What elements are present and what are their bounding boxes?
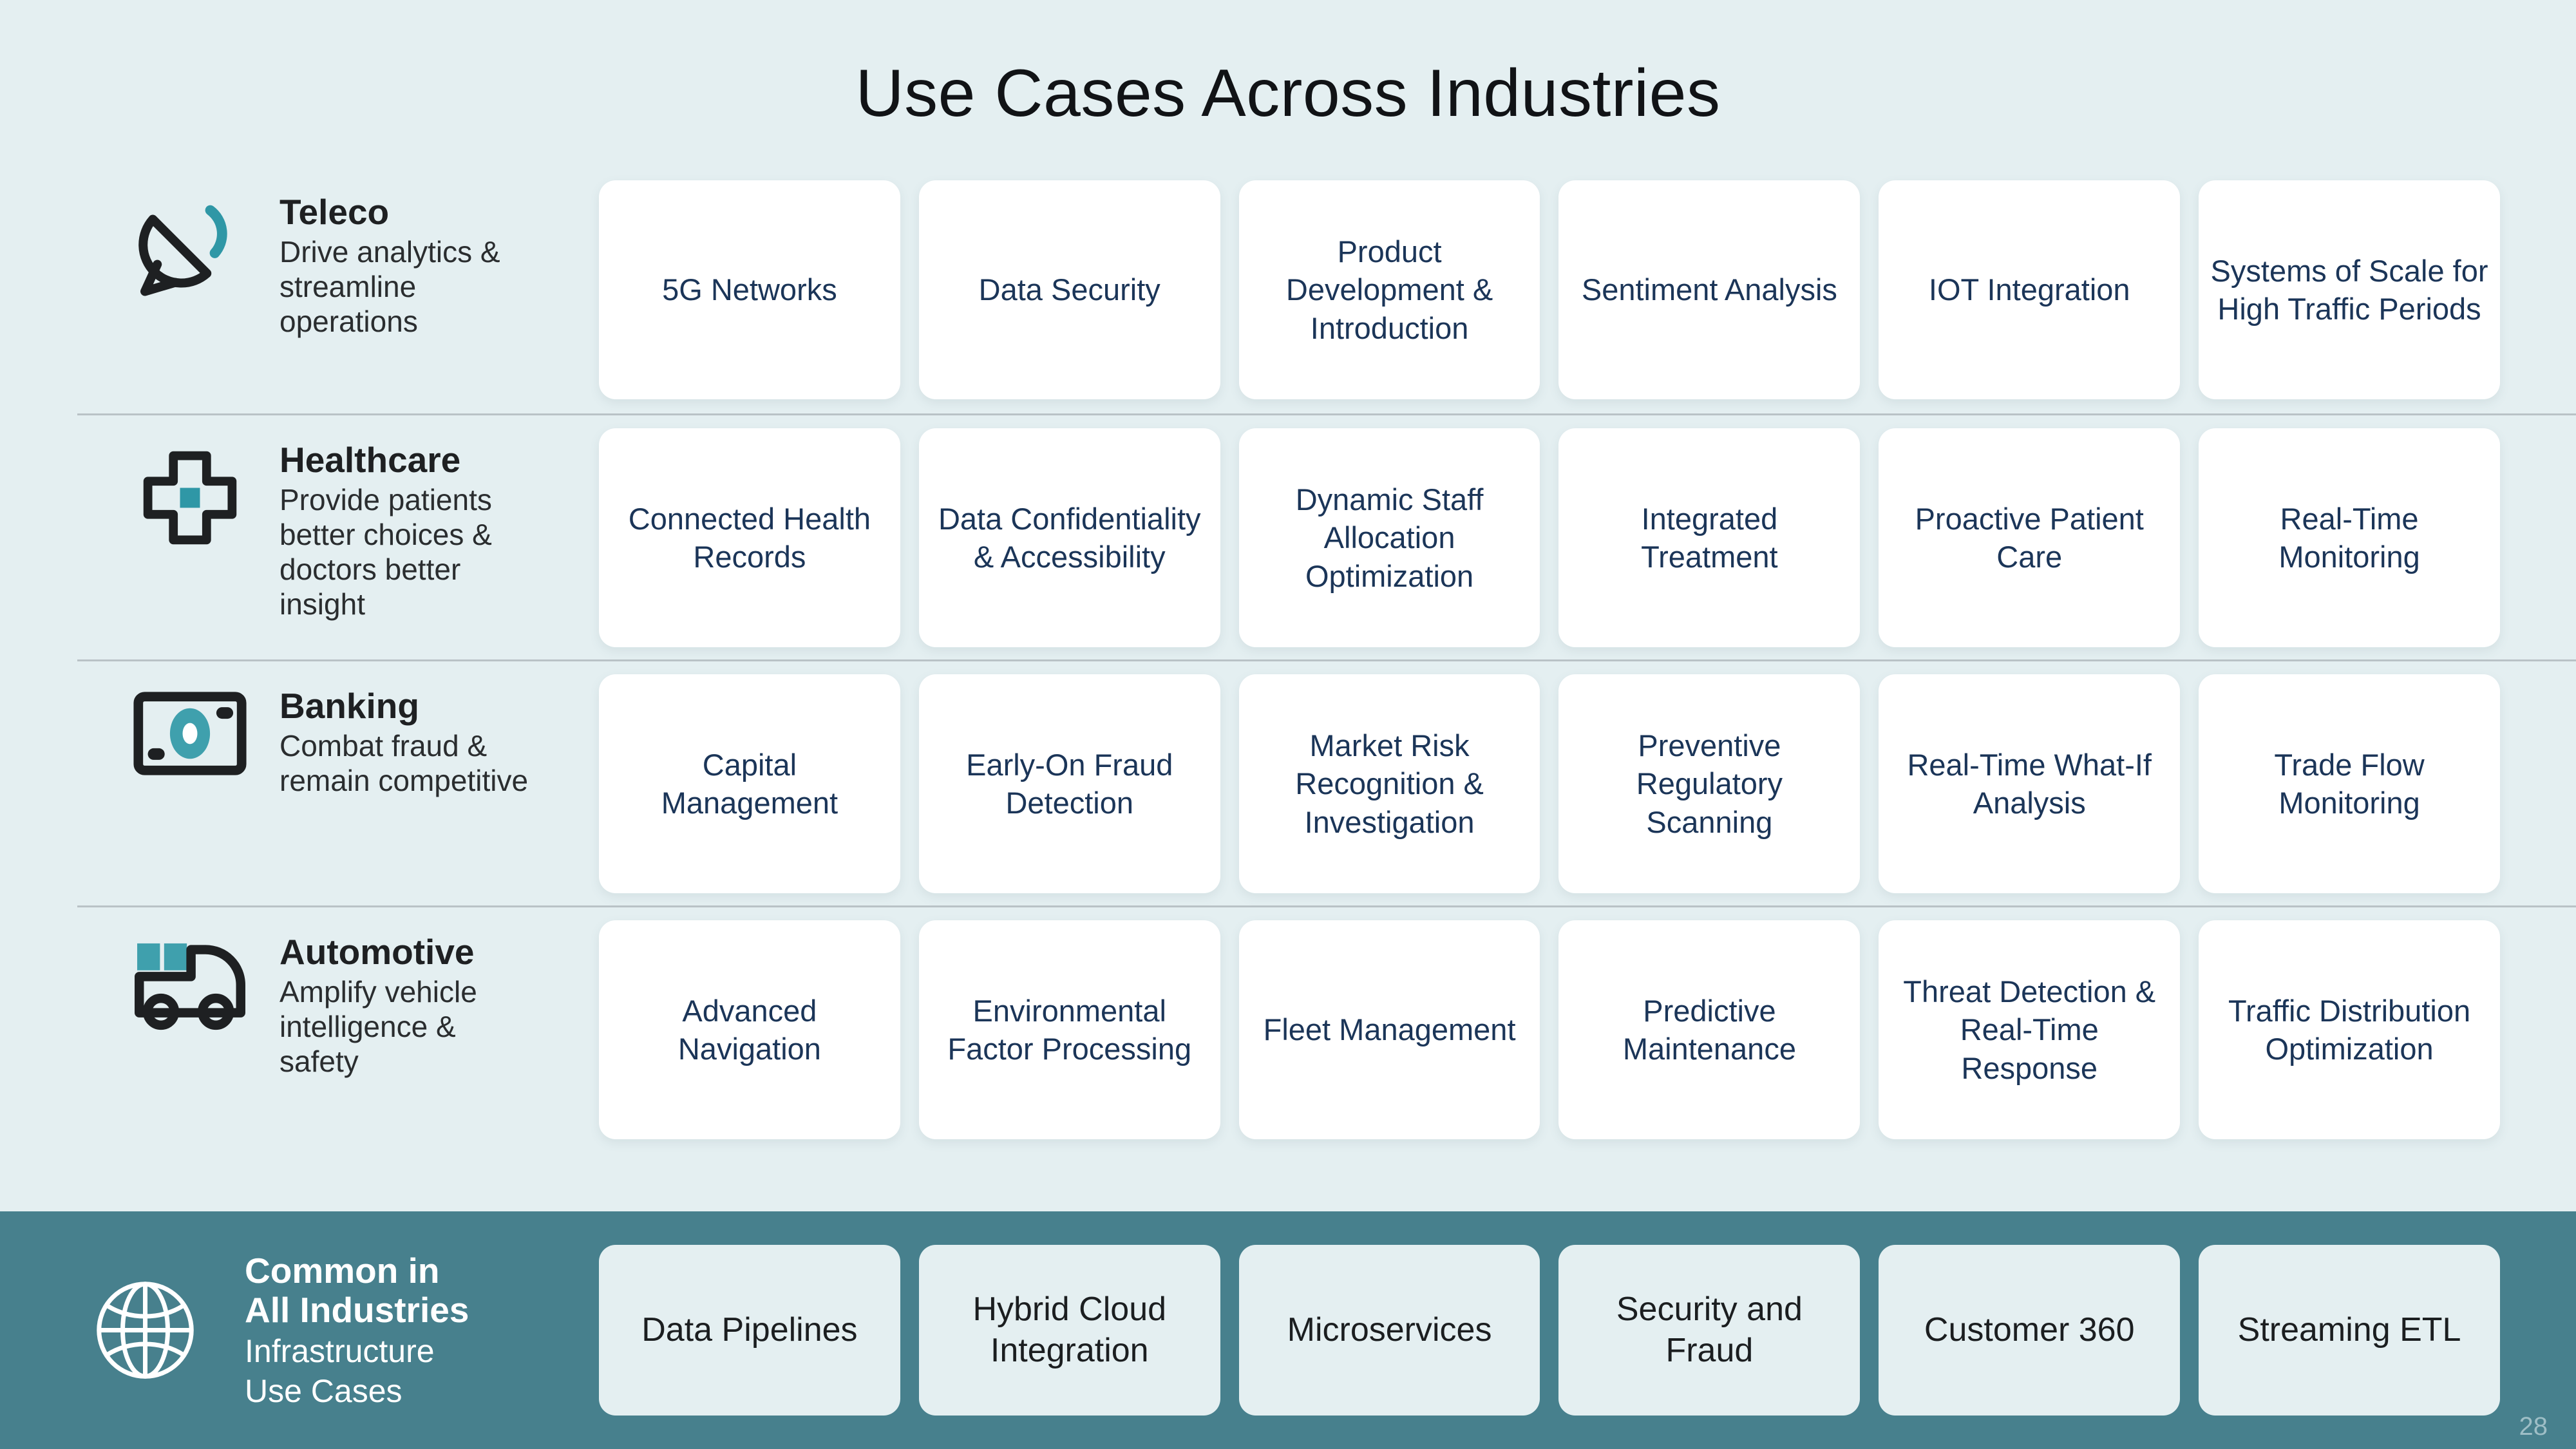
medical-cross-icon	[129, 442, 251, 555]
use-case-card[interactable]: Dynamic Staff Allocation Optimization	[1238, 428, 1540, 647]
use-case-card[interactable]: Environmental Factor Processing	[918, 920, 1220, 1139]
industry-description: Provide patients better choices & doctor…	[279, 483, 492, 621]
use-case-card[interactable]: Capital Management	[599, 674, 900, 893]
use-case-card[interactable]: Product Development & Introduction	[1238, 180, 1540, 399]
use-case-card[interactable]: Systems of Scale for High Traffic Period…	[2199, 180, 2500, 399]
use-case-card[interactable]: Early-On Fraud Detection	[918, 674, 1220, 893]
industry-description: Amplify vehicle intelligence & safety	[279, 975, 477, 1079]
common-use-case-card[interactable]: Streaming ETL	[2199, 1245, 2500, 1416]
banknote-icon	[129, 688, 251, 801]
common-use-case-card[interactable]: Customer 360	[1879, 1245, 2181, 1416]
use-case-card[interactable]: Real-Time Monitoring	[2199, 428, 2500, 647]
use-case-card[interactable]: Preventive Regulatory Scanning	[1558, 674, 1861, 893]
common-use-case-card[interactable]: Data Pipelines	[599, 1245, 900, 1416]
use-case-card[interactable]: Sentiment Analysis	[1558, 180, 1861, 399]
industry-row-banking: Banking Combat fraud & remain competitiv…	[0, 659, 2576, 905]
common-use-case-card[interactable]: Security and Fraud	[1558, 1245, 1861, 1416]
banner-text: Common in All Industries Infrastructure …	[206, 1251, 469, 1409]
use-case-card[interactable]: Fleet Management	[1238, 920, 1540, 1139]
industry-name: Banking	[279, 686, 419, 726]
satellite-dish-icon	[129, 194, 251, 307]
use-case-card[interactable]: Traffic Distribution Optimization	[2199, 920, 2500, 1139]
industry-text-banking: Banking Combat fraud & remain competitiv…	[251, 685, 537, 799]
banner-title-line2: All Industries	[245, 1289, 469, 1330]
industry-name: Automotive	[279, 932, 475, 972]
use-case-card[interactable]: Trade Flow Monitoring	[2199, 674, 2500, 893]
industry-label-banking: Banking Combat fraud & remain competitiv…	[0, 661, 599, 801]
use-case-card[interactable]: 5G Networks	[599, 180, 900, 399]
use-case-card[interactable]: Data Confidentiality & Accessibility	[918, 428, 1220, 647]
banner-card-strip: Data Pipelines Hybrid Cloud Integration …	[599, 1245, 2576, 1416]
delivery-truck-icon	[129, 934, 251, 1047]
industry-description: Drive analytics & streamline operations	[279, 235, 500, 339]
use-case-card[interactable]: Threat Detection & Real-Time Response	[1879, 920, 2181, 1139]
industry-rows: Teleco Drive analytics & streamline oper…	[0, 167, 2576, 1151]
industry-text-healthcare: Healthcare Provide patients better choic…	[251, 439, 537, 622]
industry-label-automotive: Automotive Amplify vehicle intelligence …	[0, 907, 599, 1079]
use-case-card[interactable]: Integrated Treatment	[1558, 428, 1861, 647]
use-case-card[interactable]: Market Risk Recognition & Investigation	[1238, 674, 1540, 893]
industry-text-teleco: Teleco Drive analytics & streamline oper…	[251, 191, 537, 339]
use-case-card[interactable]: Predictive Maintenance	[1558, 920, 1861, 1139]
common-use-case-card[interactable]: Hybrid Cloud Integration	[918, 1245, 1220, 1416]
industry-name: Teleco	[279, 192, 390, 232]
industry-row-automotive: Automotive Amplify vehicle intelligence …	[0, 905, 2576, 1151]
card-strip-teleco: 5G Networks Data Security Product Develo…	[599, 167, 2576, 399]
industry-description: Combat fraud & remain competitive	[279, 729, 529, 798]
card-strip-healthcare: Connected Health Records Data Confidenti…	[599, 415, 2576, 647]
industry-text-automotive: Automotive Amplify vehicle intelligence …	[251, 931, 537, 1079]
use-case-card[interactable]: Connected Health Records	[599, 428, 900, 647]
banner-title-line1: Common in	[245, 1251, 440, 1291]
industry-label-teleco: Teleco Drive analytics & streamline oper…	[0, 167, 599, 339]
slide: Use Cases Across Industries Teleco Drive…	[0, 0, 2576, 1449]
page-number: 28	[2519, 1412, 2548, 1441]
use-case-card[interactable]: Data Security	[918, 180, 1220, 399]
industry-label-healthcare: Healthcare Provide patients better choic…	[0, 415, 599, 622]
banner-subtitle-line2: Use Cases	[245, 1373, 402, 1409]
industry-row-healthcare: Healthcare Provide patients better choic…	[0, 413, 2576, 659]
use-case-card[interactable]: Advanced Navigation	[599, 920, 900, 1139]
globe-icon	[84, 1269, 206, 1392]
common-use-case-card[interactable]: Microservices	[1238, 1245, 1540, 1416]
use-case-card[interactable]: IOT Integration	[1879, 180, 2181, 399]
industry-name: Healthcare	[279, 440, 461, 480]
common-industries-banner: Common in All Industries Infrastructure …	[0, 1211, 2576, 1449]
card-strip-banking: Capital Management Early-On Fraud Detect…	[599, 661, 2576, 893]
use-case-card[interactable]: Real-Time What-If Analysis	[1879, 674, 2181, 893]
banner-label: Common in All Industries Infrastructure …	[0, 1251, 599, 1409]
use-case-card[interactable]: Proactive Patient Care	[1879, 428, 2181, 647]
page-title: Use Cases Across Industries	[855, 56, 1721, 131]
industry-row-teleco: Teleco Drive analytics & streamline oper…	[0, 167, 2576, 413]
banner-subtitle-line1: Infrastructure	[245, 1333, 435, 1369]
card-strip-automotive: Advanced Navigation Environmental Factor…	[599, 907, 2576, 1139]
